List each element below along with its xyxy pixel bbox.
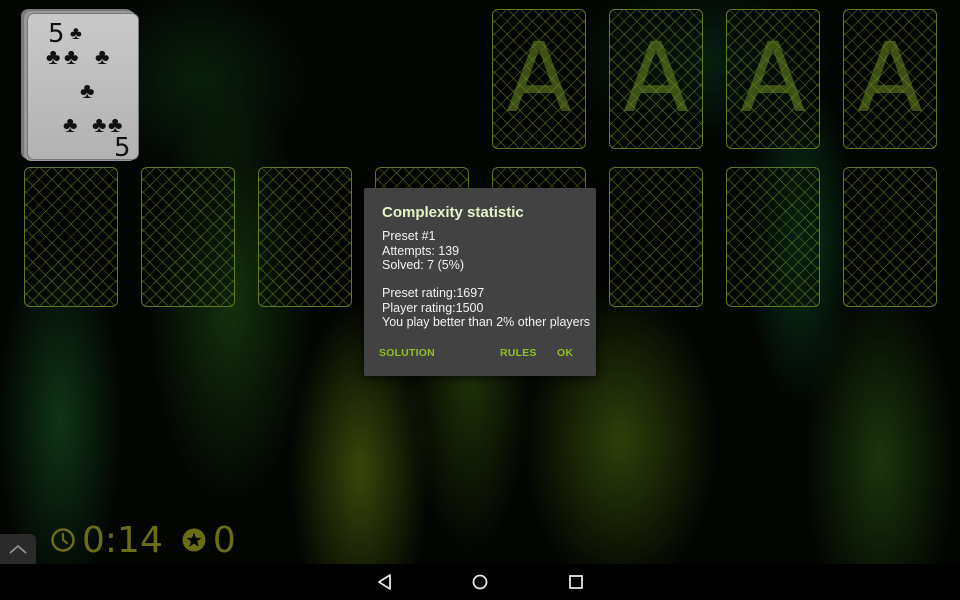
expand-menu-tab[interactable] (0, 534, 36, 564)
dialog-title: Complexity statistic (382, 204, 524, 221)
foundation-slot-2[interactable]: A (609, 9, 703, 149)
card-pip: ♣ (80, 78, 95, 103)
tableau-slot-2[interactable] (141, 167, 235, 307)
score-value: 0 (212, 519, 236, 561)
card-suit-corner: ♣ (70, 23, 82, 43)
foundation-slot-3[interactable]: A (726, 9, 820, 149)
star-icon (182, 528, 206, 552)
home-circle-icon[interactable] (471, 573, 489, 591)
foundation-slot-4[interactable]: A (843, 9, 937, 149)
foundation-letter: A (506, 22, 572, 134)
complexity-dialog: Complexity statistic Preset #1 Attempts:… (364, 188, 596, 376)
recents-square-icon[interactable] (567, 573, 585, 591)
clock-icon (51, 528, 75, 552)
attempts-label: Attempts: 139 (382, 244, 460, 258)
back-triangle-icon[interactable] (376, 573, 394, 591)
card-pip: ♣ (46, 44, 61, 69)
card-pip: ♣ (63, 112, 78, 137)
foundation-letter: A (623, 22, 689, 134)
preset-rating-label: Preset rating:1697 (382, 286, 485, 300)
rules-button[interactable]: RULES (500, 347, 537, 359)
player-rating-label: Player rating:1500 (382, 301, 484, 315)
card-pip: ♣ (64, 44, 79, 69)
stock-card[interactable]: 5 ♣ ♣ ♣ ♣ ♣ ♣ ♣ ♣ 5 (27, 13, 139, 163)
card-pip: ♣ (95, 44, 110, 69)
card-rank-bottom: 5 (114, 133, 131, 163)
game-status: 0:14 0 (50, 518, 236, 562)
foundation-slot-1[interactable]: A (492, 9, 586, 149)
foundation-letter: A (740, 22, 806, 134)
tableau-slot-1[interactable] (24, 167, 118, 307)
navigation-bar (0, 564, 960, 600)
tableau-slot-7[interactable] (726, 167, 820, 307)
comparison-label: You play better than 2% other players (382, 315, 591, 329)
tableau-slot-8[interactable] (843, 167, 937, 307)
solution-button[interactable]: SOLUTION (379, 347, 435, 359)
ok-button[interactable]: OK (557, 347, 573, 359)
card-pip: ♣ (92, 112, 107, 137)
preset-label: Preset #1 (382, 229, 436, 243)
tableau-slot-3[interactable] (258, 167, 352, 307)
solved-label: Solved: 7 (5%) (382, 258, 464, 272)
elapsed-time: 0:14 (82, 519, 163, 561)
chevron-up-icon (9, 545, 27, 554)
foundation-letter: A (857, 22, 923, 134)
game-table: 5 ♣ ♣ ♣ ♣ ♣ ♣ ♣ ♣ 5 A A A A 0:14 0 Compl… (0, 0, 960, 564)
tableau-slot-6[interactable] (609, 167, 703, 307)
